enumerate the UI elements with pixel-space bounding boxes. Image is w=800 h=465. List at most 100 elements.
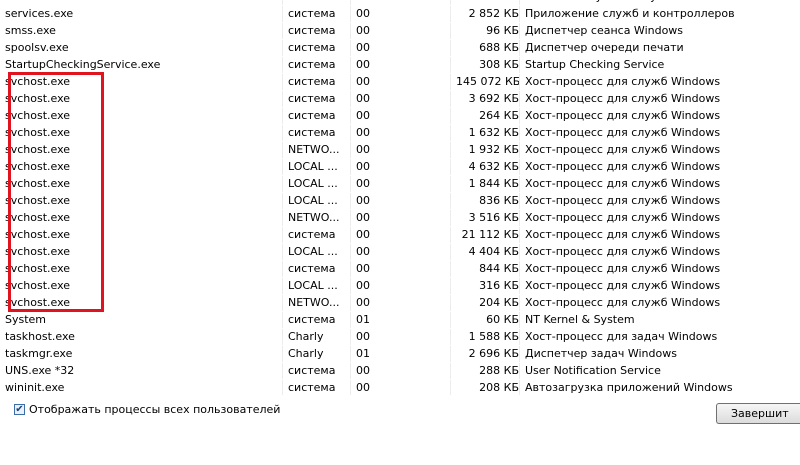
process-memory: 1 932 КБ [450,141,520,159]
process-memory: 308 КБ [450,56,520,74]
process-name: smss.exe [0,22,283,40]
show-all-users-toggle[interactable]: ✔ Отображать процессы всех пользователей [14,403,280,416]
process-row[interactable]: svchost.exe система 00 21 112 КБ Хост-процес… [0,226,780,244]
process-table: lsass.exeNETWO...00672 КБLocal Security … [0,0,780,395]
process-description: User Notification Service [519,362,780,380]
process-user: система [282,107,351,125]
process-row[interactable]: svchost.exe система 00 145 072 КБ Хост-проце… [0,73,780,91]
process-description: Диспетчер сеанса Windows [519,22,780,40]
process-name: services.exe [0,5,283,23]
process-name: System [0,311,283,329]
process-row[interactable]: svchost.exe LOCAL ... 00 4 404 КБ Хост-проце… [0,243,780,261]
process-description: Хост-процесс для служб Windows [519,277,780,295]
checkbox-checked-icon[interactable]: ✔ [14,404,25,415]
process-user: система [282,73,351,91]
process-description: Хост-процесс для служб Windows [519,158,780,176]
process-row[interactable]: svchost.exe система 00 264 КБ Хост-процесс д… [0,107,780,125]
process-cpu: 00 [350,90,451,108]
process-row[interactable]: svchost.exe система 00 1 632 КБ Хост-процесс… [0,124,780,142]
process-user: NETWO... [282,141,351,159]
process-cpu: 00 [350,226,451,244]
process-description: Хост-процесс для служб Windows [519,175,780,193]
process-memory: 316 КБ [450,277,520,295]
process-row[interactable]: svchost.exe LOCAL ... 00 836 КБ Хост-процесс… [0,192,780,210]
process-cpu: 00 [350,107,451,125]
process-user: система [282,39,351,57]
process-row[interactable]: svchost.exe LOCAL ... 00 316 КБ Хост-процесс… [0,277,780,295]
process-user: система [282,90,351,108]
process-cpu: 01 [350,345,451,363]
process-user: система [282,362,351,380]
process-name: svchost.exe [0,73,283,91]
process-row[interactable]: svchost.exe LOCAL ... 00 1 844 КБ Хост-проце… [0,175,780,193]
process-name: svchost.exe [0,192,283,210]
process-description: Хост-процесс для служб Windows [519,90,780,108]
process-memory: 3 692 КБ [450,90,520,108]
process-user: LOCAL ... [282,277,351,295]
process-row[interactable]: spoolsv.exe система 00 688 КБ Диспетчер очер… [0,39,780,57]
process-cpu: 00 [350,294,451,312]
process-name: svchost.exe [0,158,283,176]
process-name: taskhost.exe [0,328,283,346]
process-cpu: 00 [350,141,451,159]
process-user: Charly [282,345,351,363]
process-user: система [282,124,351,142]
process-description: Диспетчер задач Windows [519,345,780,363]
process-description: Хост-процесс для служб Windows [519,226,780,244]
footer-bar: ✔ Отображать процессы всех пользователей… [0,395,800,465]
process-name: svchost.exe [0,243,283,261]
process-description: Приложение служб и контроллеров [519,5,780,23]
process-memory: 1 632 КБ [450,124,520,142]
process-row[interactable]: taskmgr.exe Charly 01 2 696 КБ Диспетчер зад… [0,345,780,363]
process-description: Хост-процесс для служб Windows [519,124,780,142]
process-row[interactable]: svchost.exe NETWO... 00 1 932 КБ Хост-процес… [0,141,780,159]
process-memory: 4 404 КБ [450,243,520,261]
process-user: система [282,311,351,329]
end-process-button[interactable]: Завершит [716,403,800,424]
process-description: Хост-процесс для задач Windows [519,328,780,346]
task-manager-processes: lsass.exeNETWO...00672 КБLocal Security … [0,0,800,465]
process-memory: 145 072 КБ [450,73,520,91]
process-row[interactable]: System система 01 60 КБ NT Kernel & System [0,311,780,329]
process-row[interactable]: StartupCheckingService.exe система 00 308 К… [0,56,780,74]
process-row[interactable]: taskhost.exe Charly 00 1 588 КБ Хост-процесс… [0,328,780,346]
process-name: UNS.exe *32 [0,362,283,380]
process-memory: 836 КБ [450,192,520,210]
process-cpu: 00 [350,73,451,91]
process-memory: 1 588 КБ [450,328,520,346]
process-row[interactable]: svchost.exe NETWO... 00 204 КБ Хост-процесс … [0,294,780,312]
process-cpu: 00 [350,175,451,193]
process-row[interactable]: svchost.exe NETWO... 00 3 516 КБ Хост-процес… [0,209,780,227]
process-name: spoolsv.exe [0,39,283,57]
process-row[interactable]: svchost.exe LOCAL ... 00 4 632 КБ Хост-проце… [0,158,780,176]
process-description: Хост-процесс для служб Windows [519,294,780,312]
process-name: svchost.exe [0,277,283,295]
process-memory: 1 844 КБ [450,175,520,193]
process-row[interactable]: services.exe система 00 2 852 КБ Приложение … [0,5,780,23]
process-cpu: 00 [350,277,451,295]
process-row[interactable]: svchost.exe система 00 844 КБ Хост-процесс д… [0,260,780,278]
process-memory: 688 КБ [450,39,520,57]
process-name: svchost.exe [0,294,283,312]
process-cpu: 00 [350,158,451,176]
process-description: Хост-процесс для служб Windows [519,192,780,210]
process-memory: 3 516 КБ [450,209,520,227]
process-name: svchost.exe [0,226,283,244]
process-memory: 2 852 КБ [450,5,520,23]
process-list[interactable]: lsass.exeNETWO...00672 КБLocal Security … [0,0,780,395]
process-description: Хост-процесс для служб Windows [519,209,780,227]
process-name: svchost.exe [0,90,283,108]
process-cpu: 01 [350,311,451,329]
process-user: LOCAL ... [282,158,351,176]
process-name: svchost.exe [0,141,283,159]
process-cpu: 00 [350,5,451,23]
process-description: Диспетчер очереди печати [519,39,780,57]
process-name: svchost.exe [0,124,283,142]
process-row[interactable]: svchost.exe система 00 3 692 КБ Хост-процесс… [0,90,780,108]
process-row[interactable]: smss.exe система 00 96 КБ Диспетчер сеанса W… [0,22,780,40]
process-row[interactable]: wininit.exe система 00 208 КБ Автозагрузка п… [0,379,780,395]
process-row[interactable]: UNS.exe *32 система 00 288 КБ User Notificat… [0,362,780,380]
process-description: Хост-процесс для служб Windows [519,260,780,278]
process-name: svchost.exe [0,260,283,278]
process-description: Автозагрузка приложений Windows [519,379,780,395]
